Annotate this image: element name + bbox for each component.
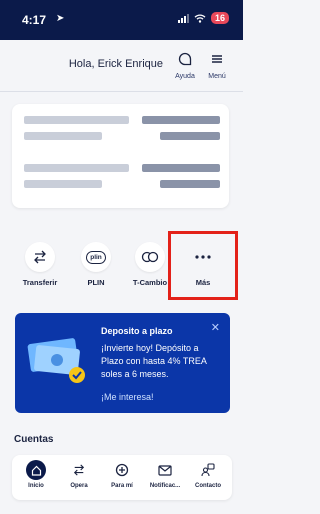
tab-label: Para mí <box>111 483 133 489</box>
menu-label: Menú <box>208 73 226 80</box>
tab-for-me[interactable]: Para mí <box>102 461 142 489</box>
money-deposit-icon <box>27 338 85 383</box>
transfer-icon <box>34 250 46 264</box>
transfer-label: Transferir <box>22 278 58 287</box>
tab-label: Opera <box>70 483 88 489</box>
plin-icon-text: plin <box>90 253 102 261</box>
transfer-icon <box>73 464 85 476</box>
status-time: 4:17 <box>22 13 47 27</box>
accounts-section-title: Cuentas <box>14 434 54 445</box>
plin-button[interactable]: plin PLIN <box>70 242 122 287</box>
promo-body: ¡Invierte hoy! Depósito a Plazo con hast… <box>101 343 207 379</box>
status-indicators: 16 <box>177 12 229 24</box>
contact-icon <box>201 463 215 477</box>
skeleton-bar <box>160 132 220 140</box>
bottom-tab-bar: Inicio Opera Para mí Notificac... Contac… <box>12 455 232 500</box>
plin-icon: plin <box>86 250 106 264</box>
highlight-box <box>168 231 238 300</box>
promo-title: Deposito a plazo <box>101 326 173 336</box>
skeleton-bar <box>24 132 102 140</box>
tab-label: Notificac... <box>149 483 181 489</box>
header: Hola, Erick Enrique Ayuda Menú <box>0 40 243 90</box>
skeleton-bar <box>24 180 102 188</box>
home-icon <box>31 465 41 476</box>
plin-label: PLIN <box>87 278 105 287</box>
wifi-icon <box>194 13 206 23</box>
divider <box>0 91 243 92</box>
close-icon[interactable]: ✕ <box>211 321 220 334</box>
skeleton-bar <box>160 180 220 188</box>
promo-banner[interactable]: Deposito a plazo ¡Invierte hoy! Depósito… <box>15 313 230 413</box>
transfer-button[interactable]: Transferir <box>14 242 66 287</box>
menu-button[interactable]: Menú <box>201 52 233 80</box>
status-bar: 4:17 ➤ 16 <box>0 0 243 40</box>
tab-home[interactable]: Inicio <box>16 460 56 489</box>
tab-label: Inicio <box>28 483 44 489</box>
help-button[interactable]: Ayuda <box>169 52 201 80</box>
tab-contact[interactable]: Contacto <box>188 461 228 489</box>
chat-bubble-icon <box>178 52 192 66</box>
battery-badge: 16 <box>210 12 229 24</box>
mail-icon <box>158 464 172 476</box>
tab-label: Contacto <box>195 483 221 489</box>
balance-card[interactable] <box>12 104 229 208</box>
location-arrow-icon: ➤ <box>56 13 65 24</box>
skeleton-bar <box>24 164 129 172</box>
hamburger-icon <box>212 55 222 63</box>
skeleton-bar <box>142 164 220 172</box>
exchange-icon <box>141 251 159 263</box>
signal-icon <box>177 13 189 23</box>
tab-operations[interactable]: Opera <box>59 461 99 489</box>
skeleton-bar <box>142 116 220 124</box>
plus-circle-icon <box>115 463 129 477</box>
greeting-text: Hola, Erick Enrique <box>68 58 163 70</box>
help-label: Ayuda <box>175 73 195 80</box>
skeleton-bar <box>24 116 129 124</box>
promo-cta-link[interactable]: ¡Me interesa! <box>101 392 154 402</box>
tab-notifications[interactable]: Notificac... <box>145 461 185 489</box>
